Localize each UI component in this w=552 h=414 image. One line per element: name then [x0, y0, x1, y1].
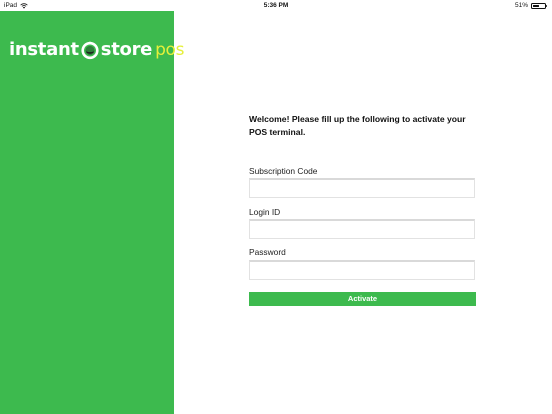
- welcome-message: Welcome! Please fill up the following to…: [249, 114, 466, 137]
- instantstore-logo: instant store pos: [9, 38, 185, 62]
- logo-word-instant: instant: [9, 39, 79, 60]
- logo-ring-icon: [81, 41, 99, 60]
- password-label: Password: [249, 247, 286, 257]
- logo-suffix-pos: pos: [155, 40, 185, 60]
- battery-percent: 51%: [514, 2, 528, 9]
- logo-word-store: store: [100, 39, 153, 60]
- battery-icon: [531, 2, 548, 9]
- brand-sidebar: instant store pos: [0, 11, 185, 414]
- subscription-code-input[interactable]: [249, 178, 475, 198]
- login-id-input[interactable]: [249, 219, 475, 239]
- password-input[interactable]: [249, 260, 475, 280]
- activation-form: Welcome! Please fill up the following to…: [249, 113, 477, 306]
- subscription-code-label: Subscription Code: [249, 166, 318, 176]
- status-right: 51%: [514, 2, 548, 9]
- status-bar: iPad 5:36 PM 51%: [0, 0, 552, 11]
- status-time: 5:36 PM: [263, 2, 289, 9]
- login-id-label: Login ID: [249, 207, 281, 217]
- activate-button[interactable]: Activate: [249, 292, 476, 306]
- battery-fill: [533, 4, 539, 7]
